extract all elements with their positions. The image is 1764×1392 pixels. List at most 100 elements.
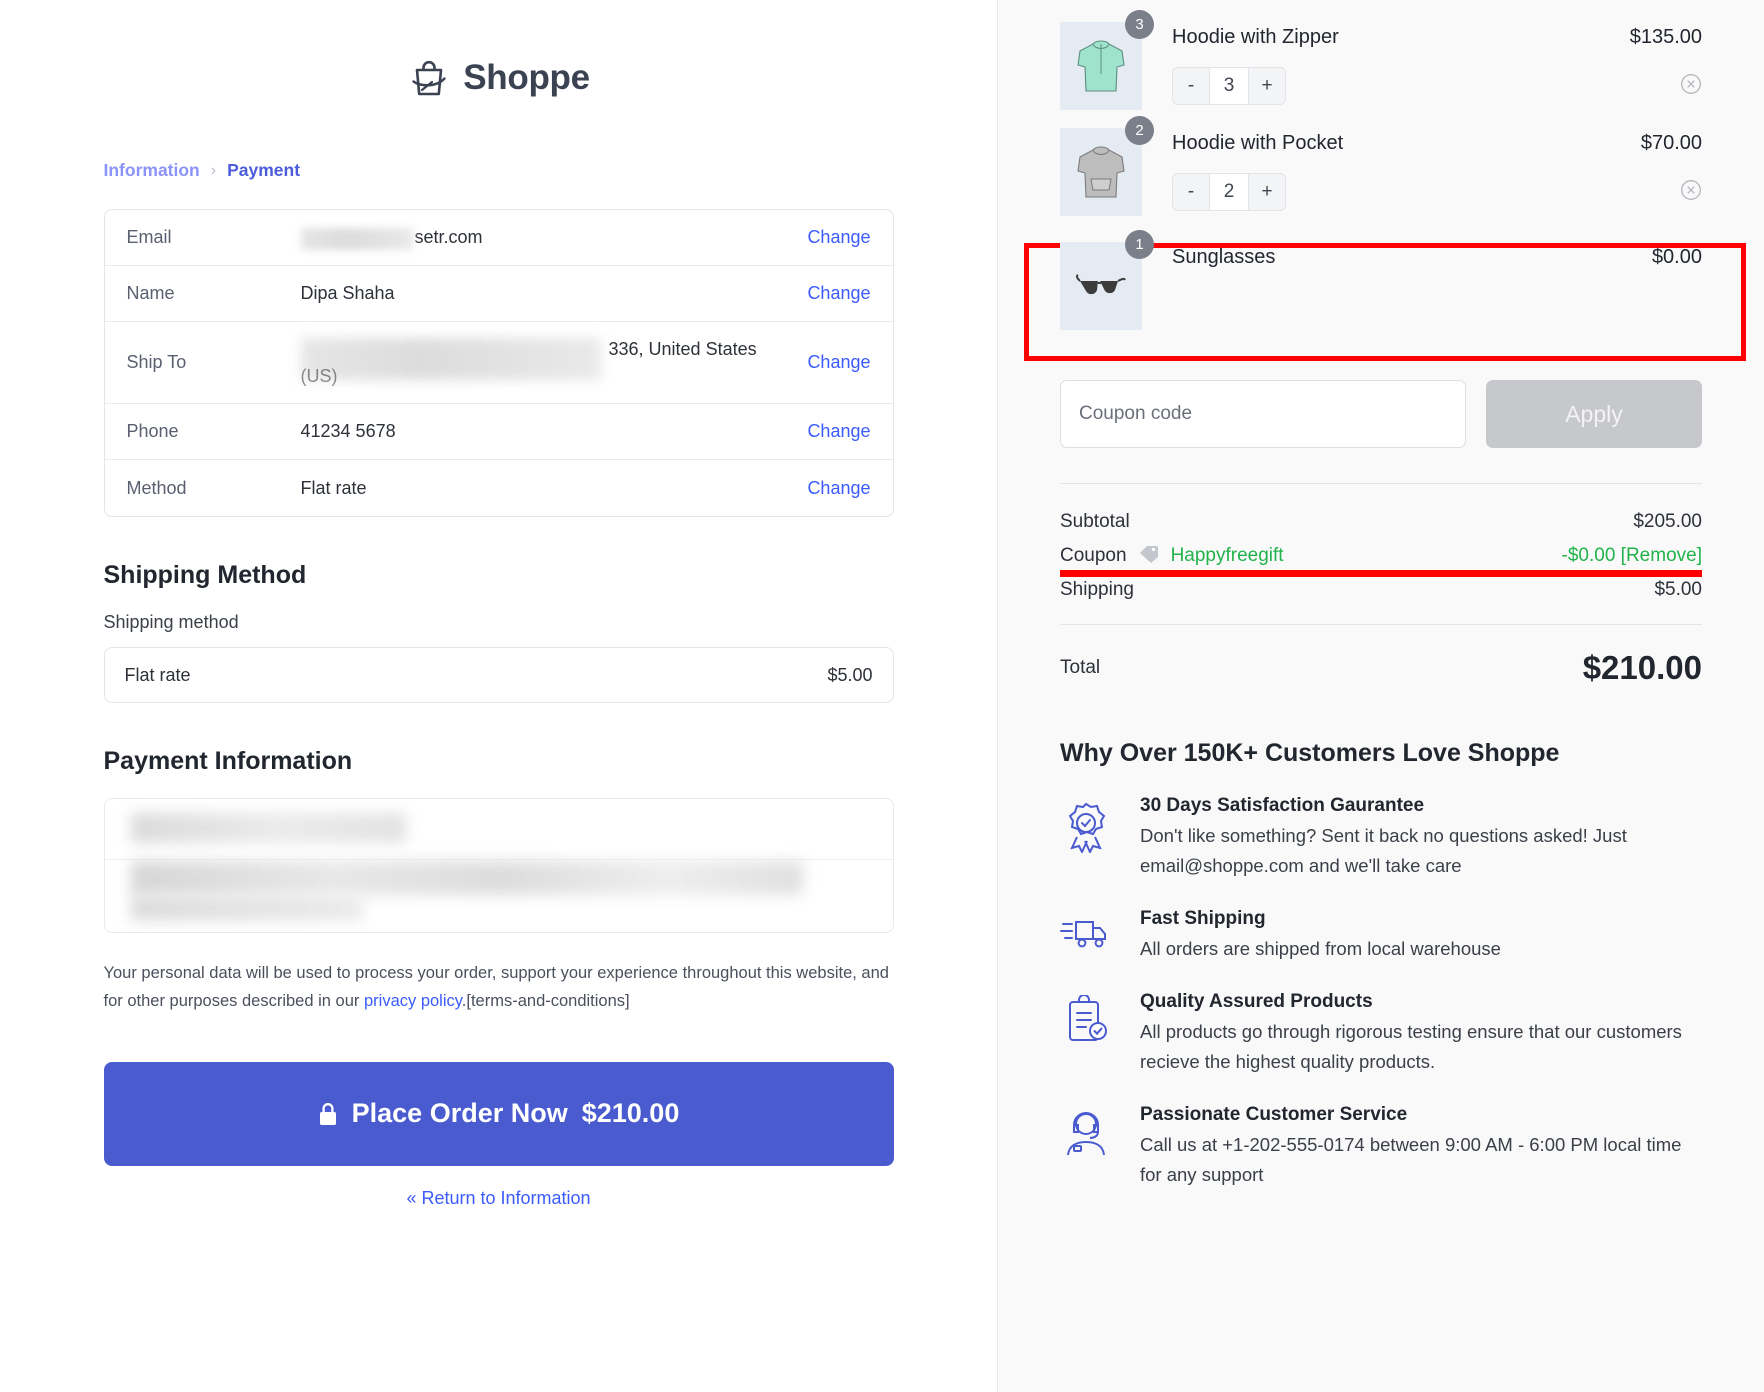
brand-name: Shoppe [463, 58, 590, 97]
place-order-button[interactable]: Place Order Now $210.00 [103, 1061, 894, 1166]
brand-logo[interactable]: Shoppe [68, 56, 930, 100]
subtotal-label: Subtotal [1060, 511, 1130, 532]
redacted-payment-description-line-1 [130, 861, 803, 895]
info-value-email: setr.com [300, 224, 794, 250]
payment-divider [104, 859, 893, 860]
order-summary-panel: 3 Hoodie with Zipper - 3 + $135.00 2 Hoo… [998, 0, 1764, 1392]
legal-text-after: .[terms-and-conditions] [461, 992, 630, 1011]
feature-item: Quality Assured Products All products go… [1060, 991, 1702, 1077]
quantity-increment-button[interactable]: + [1249, 174, 1285, 210]
change-name-link[interactable]: Change [807, 283, 870, 304]
chevron-right-icon: › [210, 161, 217, 179]
badge-check-icon [1060, 795, 1118, 858]
shipping-row: Shipping $5.00 [1060, 574, 1702, 606]
delivery-truck-icon [1060, 908, 1118, 957]
coupon-code-input[interactable] [1060, 380, 1466, 448]
redacted-email-block [300, 227, 413, 250]
shipping-option-price: $5.00 [827, 664, 873, 685]
info-value-phone: 41234 5678 [300, 421, 396, 442]
breadcrumb-payment[interactable]: Payment [227, 160, 300, 181]
total-label: Total [1060, 657, 1101, 678]
checkout-page: Shoppe Information › Payment Email setr.… [0, 0, 1764, 1392]
shipping-label: Shipping [1060, 579, 1134, 600]
redacted-payment-description-line-2 [130, 895, 363, 921]
cart-item-thumb-wrap: 1 [1060, 230, 1154, 330]
coupon-row-total: Coupon Happyfreegift -$0.00 [Remove] [1060, 538, 1702, 574]
cart-item-details: Hoodie with Zipper - 3 + [1142, 22, 1582, 105]
change-phone-link[interactable]: Change [807, 421, 870, 442]
shopping-bag-icon [407, 56, 451, 100]
legal-notice: Your personal data will be used to proce… [104, 959, 894, 1016]
cart-item-price: $135.00 [1629, 26, 1702, 48]
quantity-value[interactable]: 3 [1209, 68, 1249, 104]
feature-title: 30 Days Satisfaction Gaurantee [1140, 795, 1425, 816]
cart-item: 3 Hoodie with Zipper - 3 + $135.00 [1060, 0, 1702, 110]
feature-item: Fast Shipping All orders are shipped fro… [1060, 908, 1702, 964]
payment-information-title: Payment Information [103, 747, 353, 775]
order-totals: Subtotal $205.00 Coupon Happyfreegift -$… [1060, 483, 1702, 687]
cart-item-name: Sunglasses [1172, 246, 1276, 268]
redacted-payment-option [130, 813, 406, 843]
info-row-email: Email setr.com Change [104, 210, 893, 266]
remove-circle-icon[interactable] [1680, 179, 1702, 206]
feature-description: All orders are shipped from local wareho… [1140, 937, 1501, 959]
cart-item-badge: 1 [1125, 230, 1154, 259]
breadcrumb: Information › Payment [68, 160, 930, 181]
headset-agent-icon [1060, 1104, 1118, 1165]
info-row-ship-to: Ship To 336, United States (US) Change [104, 322, 893, 404]
cart-item-details: Sunglasses [1142, 242, 1582, 268]
apply-coupon-button[interactable]: Apply [1486, 380, 1702, 448]
cart-item-thumb-wrap: 3 [1060, 10, 1154, 110]
place-order-label: Place Order Now [351, 1098, 568, 1129]
info-label-phone: Phone [126, 421, 179, 441]
quantity-value[interactable]: 2 [1209, 174, 1249, 210]
change-ship-to-link[interactable]: Change [807, 352, 870, 373]
feature-item: 30 Days Satisfaction Gaurantee Don't lik… [1060, 795, 1702, 881]
quantity-decrement-button[interactable]: - [1173, 68, 1209, 104]
total-row: Total $210.00 [1060, 624, 1702, 687]
quantity-decrement-button[interactable]: - [1173, 174, 1209, 210]
shipping-method-label: Shipping method [103, 612, 239, 632]
change-email-link[interactable]: Change [807, 227, 870, 248]
coupon-amount-remove[interactable]: -$0.00 [Remove] [1562, 545, 1702, 567]
cart-item-badge: 2 [1125, 116, 1154, 145]
lock-icon [318, 1102, 338, 1126]
breadcrumb-information[interactable]: Information [104, 160, 200, 181]
checkout-form-panel: Shoppe Information › Payment Email setr.… [0, 0, 998, 1392]
coupon-row: Apply [1060, 380, 1702, 448]
info-row-phone: Phone 41234 5678 Change [104, 404, 893, 460]
cart-item-price: $0.00 [1651, 246, 1702, 268]
quantity-increment-button[interactable]: + [1249, 68, 1285, 104]
remove-circle-icon[interactable] [1680, 73, 1702, 100]
shipping-option-name: Flat rate [124, 664, 191, 685]
quantity-stepper[interactable]: - 3 + [1172, 67, 1286, 105]
feature-item: Passionate Customer Service Call us at +… [1060, 1104, 1702, 1190]
info-label-email: Email [126, 227, 172, 247]
cart-item-price: $70.00 [1640, 132, 1702, 154]
payment-method-box[interactable] [103, 798, 894, 933]
info-label-ship-to: Ship To [126, 352, 187, 372]
coupon-label: Coupon [1060, 545, 1127, 566]
place-order-amount: $210.00 [581, 1098, 680, 1129]
clipboard-check-icon [1060, 991, 1118, 1052]
shipping-value: $5.00 [1654, 579, 1702, 600]
redacted-address-block [300, 338, 601, 381]
privacy-policy-link[interactable]: privacy policy [364, 992, 462, 1010]
total-value: $210.00 [1582, 649, 1702, 686]
shipping-option-flat-rate[interactable]: Flat rate $5.00 [103, 647, 894, 703]
why-section-title: Why Over 150K+ Customers Love Shoppe [1060, 739, 1560, 767]
cart-item-name: Hoodie with Zipper [1172, 26, 1339, 48]
return-to-information-link[interactable]: « Return to Information [68, 1188, 930, 1209]
info-label-method: Method [126, 477, 187, 498]
cart-item-name: Hoodie with Pocket [1172, 132, 1344, 154]
cart-item: 2 Hoodie with Pocket - 2 + $70.00 [1060, 110, 1702, 216]
info-row-method: Method Flat rate Change [105, 460, 893, 516]
order-info-card: Email setr.com Change Name Dipa Shaha Ch… [103, 209, 894, 517]
feature-title: Fast Shipping [1140, 907, 1266, 929]
feature-description: Don't like something? Sent it back no qu… [1140, 825, 1627, 876]
feature-description: All products go through rigorous testing… [1140, 1020, 1682, 1072]
cart-item: 1 Sunglasses $0.00 [1060, 216, 1702, 330]
subtotal-value: $205.00 [1633, 511, 1702, 532]
quantity-stepper[interactable]: - 2 + [1172, 173, 1286, 211]
change-method-link[interactable]: Change [807, 478, 870, 499]
